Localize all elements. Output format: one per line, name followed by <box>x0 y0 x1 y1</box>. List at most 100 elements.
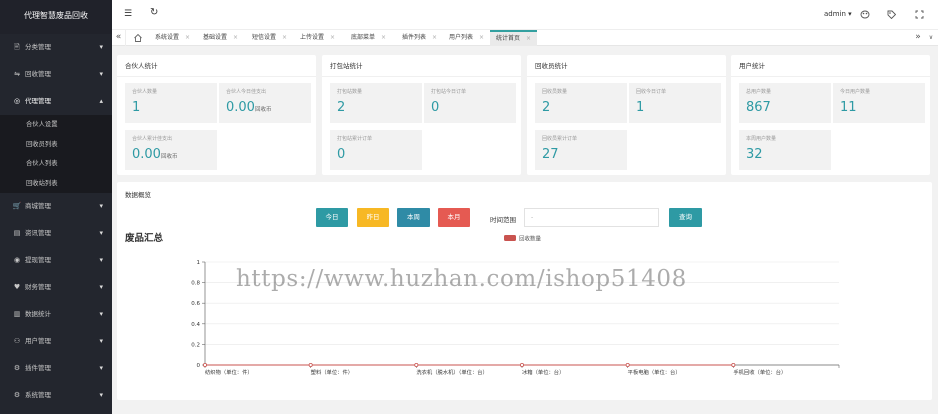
tab-label: 插件列表 <box>402 34 427 41</box>
stat-value: 32 <box>746 147 763 162</box>
legend-label: 回收数量 <box>519 235 542 243</box>
close-icon[interactable]: × <box>282 34 287 41</box>
submenu-item-0[interactable]: 合伙人设置 <box>0 115 112 135</box>
tab-7[interactable]: 统计首页 × <box>490 30 538 46</box>
sidebar-item-10[interactable]: ⚙ 系统管理 ▾ <box>0 382 112 409</box>
stat-label: 打包站数量 <box>337 89 363 95</box>
chevron-down-icon: ▾ <box>99 229 103 237</box>
this-month-button[interactable]: 本月 <box>438 208 470 227</box>
sidebar-item-label: 系统管理 <box>25 391 51 399</box>
tab-6[interactable]: 用户列表 × <box>443 30 490 46</box>
submenu-item-2[interactable]: 合伙人列表 <box>0 154 112 174</box>
stat-value-line: 27 <box>542 147 620 162</box>
chevron-down-icon: ▾ <box>99 283 103 291</box>
tab-2[interactable]: 短信设置 × <box>246 30 293 46</box>
stat-value: 0.00 <box>132 147 161 162</box>
sidebar-item-icon: ◉ <box>13 256 21 264</box>
this-week-button[interactable]: 本周 <box>397 208 430 227</box>
agent-submenu: 合伙人设置 回收员列表 合伙人列表 回收站列表 <box>0 115 112 193</box>
stat-value: 2 <box>542 100 551 115</box>
sidebar-item-label: 用户管理 <box>25 337 51 345</box>
sidebar-item-label: 资讯管理 <box>25 229 51 237</box>
stat-value-line: 0 <box>337 147 415 162</box>
stat-unit: 回收币 <box>254 107 272 113</box>
tab-0[interactable]: 系统设置 × <box>149 30 196 46</box>
chevron-down-icon: ▾ <box>99 256 103 264</box>
stat-box: 回收今日订单 1 <box>629 83 721 123</box>
sidebar-item-6[interactable]: ♥ 财务管理 ▾ <box>0 274 112 301</box>
stat-value: 27 <box>542 147 559 162</box>
sidebar-item-label: 财务管理 <box>25 283 51 291</box>
stat-box: 合伙人累计佳支出 0.00回收币 <box>125 130 217 170</box>
theme-icon[interactable] <box>860 10 870 19</box>
time-range-input[interactable]: - <box>524 208 659 227</box>
tab-5[interactable]: 插件列表 × <box>396 30 443 46</box>
data-point <box>731 362 736 367</box>
close-icon[interactable]: × <box>330 34 335 41</box>
close-icon[interactable]: × <box>526 35 531 42</box>
refresh-icon[interactable]: ↻ <box>150 7 158 18</box>
tag-icon[interactable] <box>887 10 896 19</box>
tab-label: 底部菜单 <box>351 34 376 41</box>
chevron-down-icon: ▾ <box>99 364 103 372</box>
sidebar-item-5[interactable]: ◉ 提现管理 ▾ <box>0 247 112 274</box>
tabs-dropdown-icon[interactable]: ∨ <box>926 30 936 46</box>
sidebar-menu: 🖹 分类管理 ▾ ⇋ 回收管理 ▾ ◎ 代理管理 ▴ 合伙人设置 回收员列表 合伙人列表 回收站列表 🛒 商… <box>0 34 112 409</box>
stat-label: 打包站累计订单 <box>337 136 373 142</box>
top-bar: ☰ ↻ admin ▾ <box>112 0 938 30</box>
stat-label: 打包站今日订单 <box>431 89 467 95</box>
fullscreen-icon[interactable] <box>915 10 924 19</box>
tab-4[interactable]: 底部菜单 × <box>345 30 392 46</box>
menu-toggle-icon[interactable]: ☰ <box>124 9 132 19</box>
stat-label: 合伙人今日佳支出 <box>226 89 267 95</box>
sidebar-item-3[interactable]: 🛒 商城管理 ▾ <box>0 193 112 220</box>
sidebar-item-label: 商城管理 <box>25 202 51 210</box>
tab-3[interactable]: 上传设置 × <box>294 30 341 46</box>
user-menu[interactable]: admin ▾ <box>824 10 852 18</box>
sidebar-item-icon: ▥ <box>13 310 21 318</box>
chevron-down-icon: ▾ <box>99 43 103 51</box>
stat-label: 合伙人数量 <box>132 89 158 95</box>
close-icon[interactable]: × <box>432 34 437 41</box>
chevron-down-icon: ▾ <box>99 310 103 318</box>
sidebar-item-0[interactable]: 🖹 分类管理 ▾ <box>0 34 112 61</box>
close-icon[interactable]: × <box>381 34 386 41</box>
tab-1[interactable]: 基础设置 × <box>197 30 244 46</box>
sidebar-item-icon: ⚙ <box>13 391 21 399</box>
submenu-item-1[interactable]: 回收员列表 <box>0 135 112 155</box>
submenu-item-3[interactable]: 回收站列表 <box>0 174 112 194</box>
query-button[interactable]: 查询 <box>669 208 702 227</box>
sidebar-item-4[interactable]: ▤ 资讯管理 ▾ <box>0 220 112 247</box>
tabs-scroll-left-icon[interactable]: « <box>112 30 126 46</box>
data-point <box>308 362 313 367</box>
tab-bar: « 系统设置 × 基础设置 × 短信设置 × 上传设置 × 底部菜单 × 插件列表 × 用户列表 × 统计首… <box>112 30 938 46</box>
y-tick-label: 0.4 <box>191 322 200 328</box>
stat-value: 1 <box>132 100 141 115</box>
y-tick-label: 0.2 <box>191 342 200 348</box>
stat-card-3: 用户统计 总用户数量 867 今日用户数量 11 本周用户数量 32 <box>731 55 930 175</box>
stat-value-line: 1 <box>636 100 714 115</box>
x-tick-label: 纺织物（单位：件） <box>205 368 253 376</box>
close-icon[interactable]: × <box>479 34 484 41</box>
stat-value-line: 0.00回收币 <box>132 147 210 162</box>
y-tick-label: 0.8 <box>191 281 200 287</box>
sidebar-item-9[interactable]: ⚙ 插件管理 ▾ <box>0 355 112 382</box>
yesterday-button[interactable]: 昨日 <box>357 208 389 227</box>
overview-title: 数据概览 <box>125 191 151 199</box>
stat-card-0: 合伙人统计 合伙人数量 1 合伙人今日佳支出 0.00回收币 合伙人累计佳支出 0.00回收… <box>117 55 316 175</box>
home-tab-icon[interactable] <box>133 33 143 43</box>
sidebar-item-icon: ♥ <box>13 283 21 291</box>
stat-value-line: 32 <box>746 147 824 162</box>
sidebar-item-2[interactable]: ◎ 代理管理 ▴ <box>0 88 112 115</box>
tabs-scroll-right-icon[interactable]: » <box>912 30 924 46</box>
today-button[interactable]: 今日 <box>316 208 348 227</box>
sidebar-item-8[interactable]: ⚇ 用户管理 ▾ <box>0 328 112 355</box>
time-range-label: 时间范围 <box>490 216 516 224</box>
close-icon[interactable]: × <box>233 34 238 41</box>
stat-box: 回收员累计订单 27 <box>535 130 627 170</box>
sidebar-item-7[interactable]: ▥ 数据统计 ▾ <box>0 301 112 328</box>
sidebar-item-1[interactable]: ⇋ 回收管理 ▾ <box>0 61 112 88</box>
close-icon[interactable]: × <box>185 34 190 41</box>
stat-value: 0 <box>337 147 346 162</box>
stat-value-line: 11 <box>840 100 918 115</box>
